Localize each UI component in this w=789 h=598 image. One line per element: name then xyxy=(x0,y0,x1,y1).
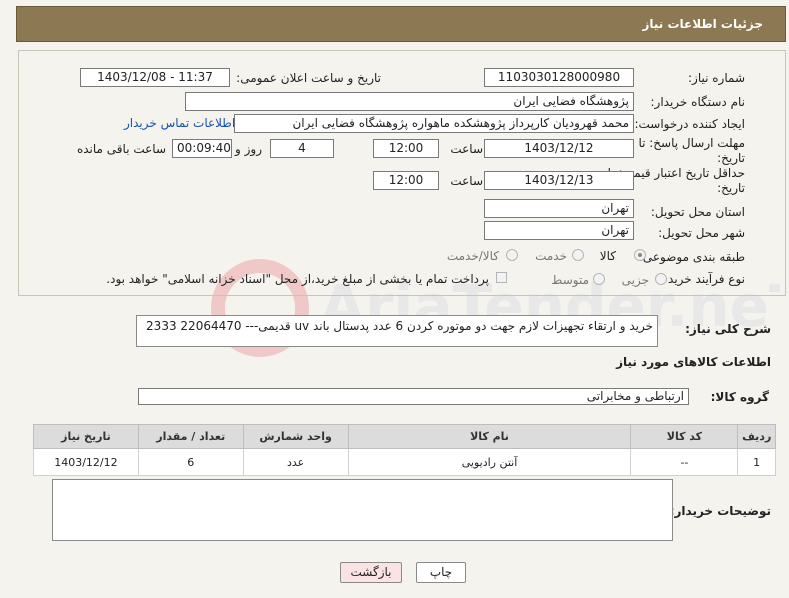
row-name: آنتن رادیویی xyxy=(347,448,632,476)
page-title: جزئیات اطلاعات نیاز xyxy=(642,17,763,31)
description-text: خرید و ارتقاء تجهیزات لازم جهت دو موتوره… xyxy=(146,319,653,333)
category-radio-service[interactable] xyxy=(572,249,584,261)
col-header-code: کد کالا xyxy=(630,424,739,449)
col-header-date: تاریخ نیاز xyxy=(33,424,139,449)
delivery-city-field: تهران xyxy=(484,221,634,240)
reply-deadline-date-field: 1403/12/12 xyxy=(484,139,634,158)
treasury-payment-note: پرداخت تمام یا بخشی از مبلغ خرید،از محل … xyxy=(106,272,489,286)
category-label: طبقه بندی موضوعی: xyxy=(638,250,745,264)
back-button[interactable]: بازگشت xyxy=(340,562,402,583)
category-option-goods-service: کالا/خدمت xyxy=(446,249,499,263)
buyer-notes-label: توضیحات خریدار: xyxy=(669,504,771,518)
goods-group-field: ارتباطی و مخابراتی xyxy=(138,388,689,405)
treasury-payment-checkbox[interactable] xyxy=(496,272,507,283)
purchase-process-label: نوع فرآیند خرید : xyxy=(660,272,745,286)
col-header-name: نام کالا xyxy=(347,424,632,449)
process-option-minor: جزیی xyxy=(621,273,649,287)
buyer-notes-textarea[interactable] xyxy=(52,479,673,541)
price-validity-time-field: 12:00 xyxy=(373,171,439,190)
category-radio-goods-service[interactable] xyxy=(506,249,518,261)
remaining-time-label: ساعت باقی مانده xyxy=(76,142,166,156)
category-radio-goods[interactable] xyxy=(634,249,646,261)
goods-table: ردیف کد کالا نام کالا واحد شمارش تعداد /… xyxy=(33,424,776,476)
requester-field: محمد قهرودیان کارپرداز پژوهشکده ماهواره … xyxy=(234,114,634,133)
delivery-city-label: شهر محل تحویل: xyxy=(658,226,745,240)
process-radio-minor[interactable] xyxy=(655,273,667,285)
description-textarea[interactable]: خرید و ارتقاء تجهیزات لازم جهت دو موتوره… xyxy=(136,315,658,347)
announce-datetime-field: 1403/12/08 - 11:37 xyxy=(80,68,230,87)
need-number-label: شماره نیاز: xyxy=(688,71,745,85)
row-unit: عدد xyxy=(242,448,349,476)
category-option-goods: کالا xyxy=(599,249,616,263)
price-validity-date-field: 1403/12/13 xyxy=(484,171,634,190)
reply-deadline-time-field: 12:00 xyxy=(373,139,439,158)
description-label: شرح کلی نیاز: xyxy=(685,322,771,336)
buyer-contact-link[interactable]: اطلاعات تماس خریدار xyxy=(124,116,235,130)
row-qty: 6 xyxy=(137,448,244,476)
buyer-org-field: پژوهشگاه فضایی ایران xyxy=(185,92,634,111)
row-index: 1 xyxy=(737,448,776,476)
goods-group-label: گروه کالا: xyxy=(710,390,769,404)
reply-days-field: 4 xyxy=(270,139,334,158)
print-button[interactable]: چاپ xyxy=(416,562,466,583)
page-header: جزئیات اطلاعات نیاز xyxy=(16,6,786,42)
price-validity-time-label: ساعت xyxy=(450,174,483,188)
reply-deadline-label: مهلت ارسال پاسخ: تا xyxy=(638,136,745,150)
process-option-medium: متوسط xyxy=(551,273,589,287)
table-row: 1 -- آنتن رادیویی عدد 6 1403/12/12 xyxy=(33,448,776,476)
col-header-unit: واحد شمارش xyxy=(242,424,349,449)
need-number-field: 1103030128000980 xyxy=(484,68,634,87)
goods-info-title: اطلاعات کالاهای مورد نیاز xyxy=(616,355,771,369)
remaining-time-field: 00:09:40 xyxy=(172,139,232,158)
row-date: 1403/12/12 xyxy=(33,448,139,476)
col-header-qty: تعداد / مقدار xyxy=(137,424,244,449)
reply-days-label: روز و xyxy=(235,142,262,156)
buyer-org-label: نام دستگاه خریدار: xyxy=(650,95,746,109)
process-radio-medium[interactable] xyxy=(593,273,605,285)
reply-deadline-label-date: تاریخ: xyxy=(717,151,745,165)
price-validity-label-date: تاریخ: xyxy=(717,181,745,195)
delivery-province-field: تهران xyxy=(484,199,634,218)
row-code: -- xyxy=(630,448,739,476)
category-option-service: خدمت xyxy=(535,249,567,263)
reply-deadline-time-label: ساعت xyxy=(450,142,483,156)
requester-label: ایجاد کننده درخواست: xyxy=(634,117,745,131)
col-header-row: ردیف xyxy=(737,424,776,449)
goods-table-header: ردیف کد کالا نام کالا واحد شمارش تعداد /… xyxy=(33,424,776,449)
delivery-province-label: استان محل تحویل: xyxy=(650,205,745,219)
announce-datetime-label: تاریخ و ساعت اعلان عمومی: xyxy=(236,71,381,85)
